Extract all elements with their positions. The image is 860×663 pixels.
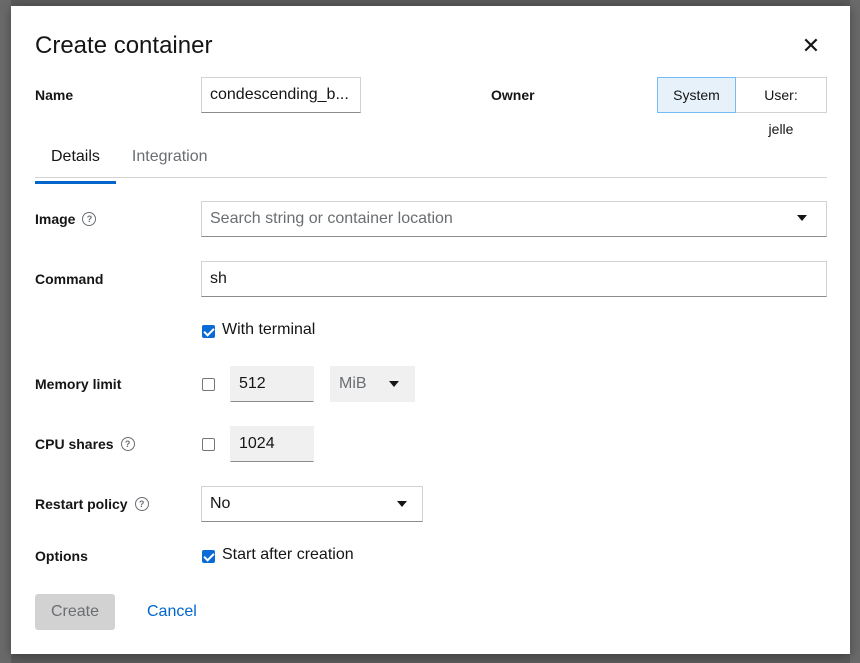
name-label: Name: [35, 87, 73, 103]
image-label: Image ?: [35, 211, 97, 227]
tab-details[interactable]: Details: [35, 144, 116, 184]
image-label-text: Image: [35, 211, 76, 227]
command-label: Command: [35, 271, 103, 287]
cpu-label-text: CPU shares: [35, 436, 114, 452]
owner-user-button[interactable]: User: jelle: [736, 77, 827, 137]
help-icon[interactable]: ?: [134, 497, 149, 511]
restart-label-text: Restart policy: [35, 496, 128, 512]
restart-label: Restart policy ?: [35, 496, 149, 512]
chevron-down-icon[interactable]: [397, 501, 407, 507]
memory-enable-checkbox[interactable]: [202, 378, 215, 391]
restart-policy-select[interactable]: No: [201, 486, 423, 522]
cpu-value-input[interactable]: 1024: [230, 426, 314, 462]
memory-unit-select[interactable]: MiB: [330, 366, 415, 402]
memory-value-input[interactable]: 512: [230, 366, 314, 402]
close-icon[interactable]: ✕: [801, 35, 821, 57]
background-panel-left: [0, 0, 11, 663]
command-input[interactable]: sh: [201, 261, 827, 297]
options-label: Options: [35, 548, 88, 564]
dialog-title: Create container: [35, 32, 213, 59]
help-icon[interactable]: ?: [82, 212, 97, 226]
owner-toggle-group: System User: jelle: [657, 77, 827, 137]
name-label-text: Name: [35, 87, 74, 103]
owner-label: Owner: [491, 87, 535, 103]
cpu-label: CPU shares ?: [35, 436, 135, 452]
start-after-creation-checkbox[interactable]: [202, 550, 215, 563]
command-label-text: Command: [35, 271, 104, 287]
memory-unit-value: MiB: [339, 375, 367, 392]
cancel-button[interactable]: Cancel: [135, 594, 209, 630]
name-input[interactable]: condescending_b...: [201, 77, 361, 113]
tab-integration[interactable]: Integration: [116, 144, 224, 177]
cpu-enable-checkbox[interactable]: [202, 438, 215, 451]
create-button[interactable]: Create: [35, 594, 115, 630]
memory-label: Memory limit: [35, 376, 121, 392]
owner-system-button[interactable]: System: [657, 77, 736, 113]
terminal-checkbox[interactable]: [202, 325, 215, 338]
image-placeholder: Search string or container location: [210, 210, 453, 227]
image-search-select[interactable]: Search string or container location: [201, 201, 827, 237]
memory-label-text: Memory limit: [35, 376, 122, 392]
create-container-dialog: Create container ✕ Name condescending_b.…: [11, 6, 850, 654]
chevron-down-icon[interactable]: [389, 381, 399, 387]
owner-label-text: Owner: [491, 87, 535, 103]
chevron-down-icon[interactable]: [797, 215, 807, 221]
background-panel-right: [850, 0, 860, 663]
start-after-creation-label: Start after creation: [222, 546, 354, 563]
options-label-text: Options: [35, 548, 88, 564]
tab-bar: Details Integration: [35, 144, 827, 184]
terminal-checkbox-label: With terminal: [222, 321, 316, 338]
help-icon[interactable]: ?: [120, 437, 135, 451]
